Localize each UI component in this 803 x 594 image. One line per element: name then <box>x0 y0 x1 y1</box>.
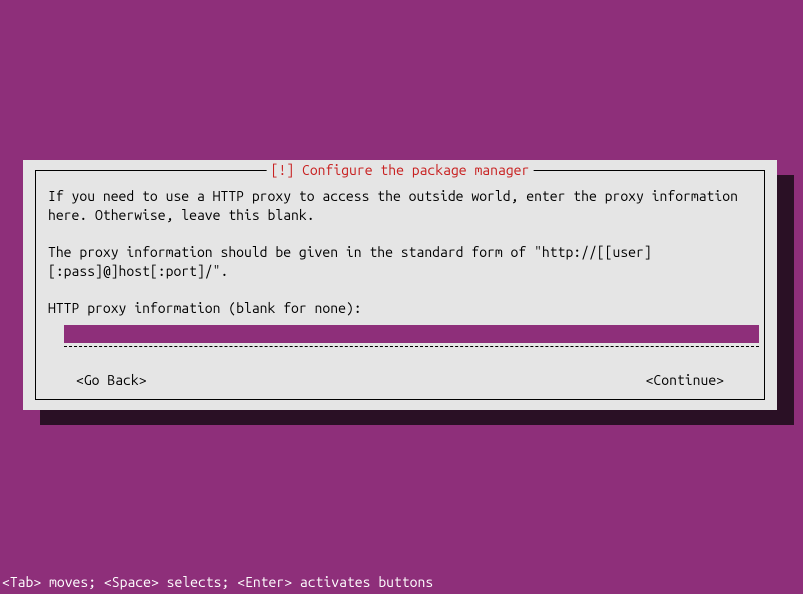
continue-button[interactable]: <Continue> <box>646 371 724 390</box>
dialog-title: [!] Configure the package manager <box>267 162 534 178</box>
input-underline <box>64 346 759 347</box>
dialog-button-row: <Go Back> <Continue> <box>48 371 752 390</box>
keyboard-hint: <Tab> moves; <Space> selects; <Enter> ac… <box>2 574 433 590</box>
go-back-button[interactable]: <Go Back> <box>76 371 147 390</box>
proxy-input-label: HTTP proxy information (blank for none): <box>48 299 752 318</box>
http-proxy-input[interactable] <box>64 325 759 343</box>
dialog-border: [!] Configure the package manager If you… <box>35 170 765 400</box>
proxy-instruction-text-1: If you need to use a HTTP proxy to acces… <box>48 187 752 225</box>
dialog-content: If you need to use a HTTP proxy to acces… <box>36 171 764 402</box>
proxy-instruction-text-2: The proxy information should be given in… <box>48 243 752 281</box>
configure-package-manager-dialog: [!] Configure the package manager If you… <box>23 160 777 410</box>
